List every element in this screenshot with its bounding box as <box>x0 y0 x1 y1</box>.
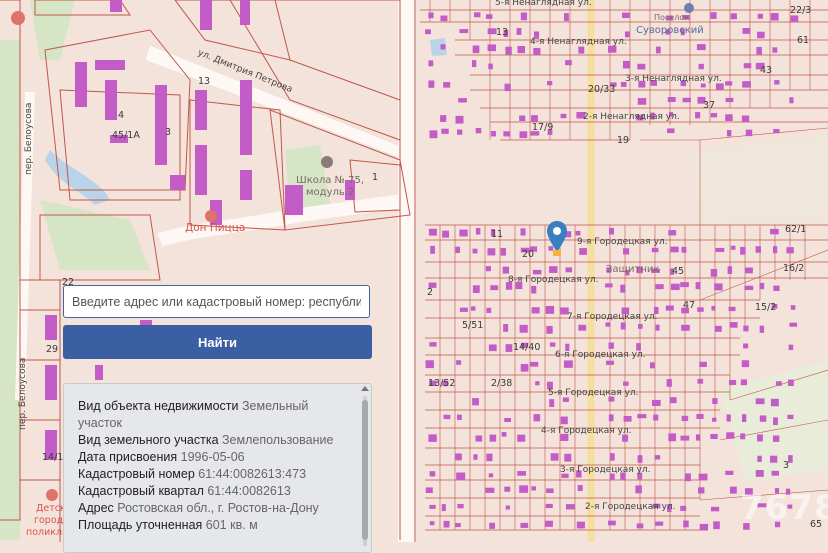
info-assigned-date-value: 1996-05-06 <box>180 450 245 464</box>
info-object-type-label: Вид объекта недвижимости <box>78 399 239 413</box>
info-assigned-date: Дата присвоения 1996-05-06 <box>78 449 340 466</box>
house-number: 29 <box>46 344 59 355</box>
panel-scrollbar[interactable] <box>361 386 369 548</box>
info-assigned-date-label: Дата присвоения <box>78 450 178 464</box>
house-number: 2 <box>427 287 434 298</box>
info-area-value: 601 кв. м <box>205 518 258 532</box>
street-label-4-gorodetskaya: 4-я Городецкая ул. <box>541 426 632 436</box>
search-input[interactable] <box>63 285 370 318</box>
house-number: 2/38 <box>491 378 513 389</box>
street-label-9-gorodetskaya: 9-я Городецкая ул. <box>577 237 668 247</box>
info-cad-quarter-value: 61:44:0082613 <box>207 484 291 498</box>
poi-kids-clinic-label-1: Детск <box>36 503 66 514</box>
info-cad-quarter: Кадастровый квартал 61:44:0082613 <box>78 483 340 500</box>
house-number: 1 <box>372 172 379 183</box>
house-number: 19 <box>617 135 630 146</box>
info-address: Адрес Ростовская обл., г. Ростов-на-Дону <box>78 500 340 517</box>
street-label-4-nenaglyadnaya: 4-я Ненаглядная ул. <box>530 37 627 47</box>
house-number: 45/1А <box>112 130 140 141</box>
street-label-5-nenaglyadnaya: 5-я Ненаглядная ул. <box>495 0 592 8</box>
house-number: 15/2 <box>755 302 777 313</box>
poi-suvorovsky-small-label: Поселок <box>654 13 690 22</box>
location-pin-icon[interactable] <box>546 220 568 256</box>
info-area-label: Площадь уточненная <box>78 518 203 532</box>
house-number: 11 <box>491 229 504 240</box>
find-button[interactable]: Найти <box>63 325 372 359</box>
watermark: 7678 <box>740 488 828 528</box>
house-number: 14/1 <box>42 452 64 463</box>
house-number: 45 <box>672 266 685 277</box>
street-label-7-gorodetskaya: 7-я Городецкая ул. <box>567 312 658 322</box>
house-number: 13 <box>198 76 211 87</box>
house-number: 13 <box>496 27 509 38</box>
house-number: 20 <box>522 249 535 260</box>
street-label-6-gorodetskaya: 6-я Городецкая ул. <box>555 350 646 360</box>
street-label-belousova-2: пер. Белоусова <box>18 357 28 430</box>
parcel-info-panel[interactable]: Вид объекта недвижимости Земельный участ… <box>63 383 372 553</box>
house-number: 62/1 <box>785 224 807 235</box>
poi-don-pizza-label: Дон Пицца <box>185 222 246 234</box>
house-number: 22/3 <box>790 5 812 16</box>
house-number: 16/2 <box>783 263 805 274</box>
house-number: 47 <box>683 300 696 311</box>
house-number: 5/51 <box>462 320 484 331</box>
poi-zashchitnik-label: Защитник <box>606 264 660 275</box>
info-address-label: Адрес <box>78 501 114 515</box>
street-label-8-gorodetskaya: 8-я Городецкая ул. <box>508 275 599 285</box>
info-cad-number: Кадастровый номер 61:44:0082613:473 <box>78 466 340 483</box>
house-number: 61 <box>797 35 810 46</box>
info-object-type: Вид объекта недвижимости Земельный участ… <box>78 398 340 432</box>
info-cad-quarter-label: Кадастровый квартал <box>78 484 204 498</box>
info-address-value: Ростовская обл., г. Ростов-на-Дону <box>117 501 319 515</box>
house-number: 4 <box>118 110 125 121</box>
street-label-3-nenaglyadnaya: 3-я Ненаглядная ул. <box>625 74 722 84</box>
house-number: 37 <box>703 100 716 111</box>
house-number: 14/40 <box>513 342 541 353</box>
street-label-5-gorodetskaya: 5-я Городецкая ул. <box>548 388 639 398</box>
info-land-kind-value: Землепользование <box>222 433 334 447</box>
street-label-2-gorodetskaya: 2-я Городецкая ул. <box>585 502 676 512</box>
street-label-2-nenaglyadnaya: 2-я Ненаглядная ул. <box>583 112 680 122</box>
info-land-kind: Вид земельного участка Землепользование <box>78 432 340 449</box>
house-number: 3 <box>165 127 172 138</box>
house-number: 3 <box>783 460 790 471</box>
house-number: 20/33 <box>588 84 616 95</box>
info-cad-number-label: Кадастровый номер <box>78 467 195 481</box>
info-land-kind-label: Вид земельного участка <box>78 433 219 447</box>
scroll-up-icon[interactable] <box>361 386 369 391</box>
house-number: 43 <box>760 65 773 76</box>
house-number: 13/52 <box>428 378 456 389</box>
street-label-3-gorodetskaya: 3-я Городецкая ул. <box>560 465 651 475</box>
scrollbar-thumb[interactable] <box>362 400 368 540</box>
poi-school-label: Школа № 75, <box>296 175 365 186</box>
poi-suvorovsky-label: Суворовский <box>636 25 704 36</box>
poi-school-label-2: модуль 2 <box>306 187 355 198</box>
house-number: 17/9 <box>532 122 554 133</box>
street-label-belousova: пер. Белоусова <box>24 102 34 175</box>
info-area: Площадь уточненная 601 кв. м <box>78 517 340 534</box>
info-cad-number-value: 61:44:0082613:473 <box>198 467 307 481</box>
